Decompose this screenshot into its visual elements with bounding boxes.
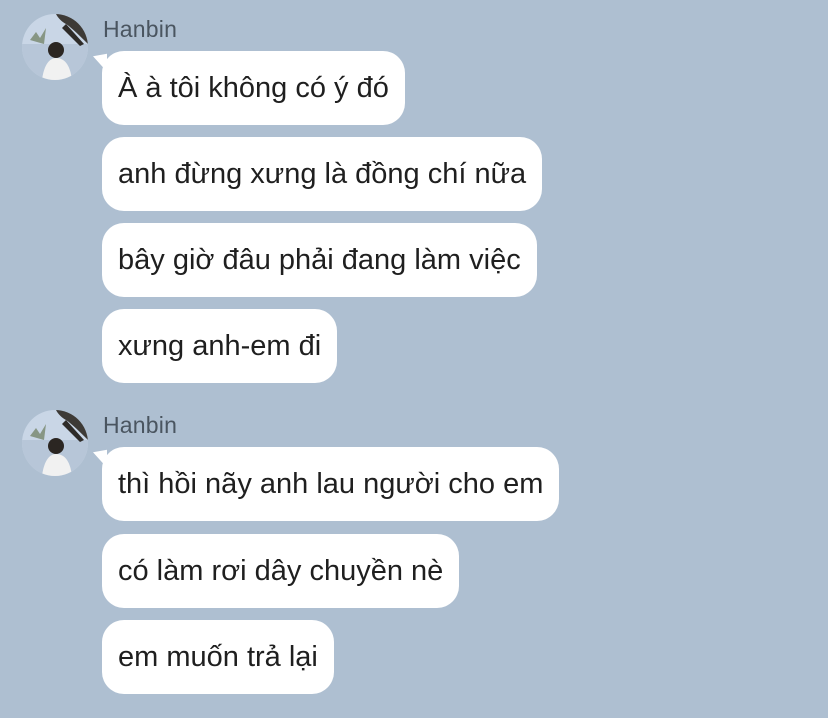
message-bubble[interactable]: em muốn trả lại [102, 620, 334, 694]
chat-thread: Hanbin À à tôi không có ý đó anh đừng xư… [0, 0, 828, 718]
sender-name: Hanbin [103, 16, 178, 42]
avatar[interactable] [22, 14, 88, 80]
avatar[interactable] [22, 410, 88, 476]
message-bubble[interactable]: xưng anh-em đi [102, 309, 338, 383]
message-bubble[interactable]: thì hồi nãy anh lau người cho em [102, 447, 560, 521]
message-bubble[interactable]: À à tôi không có ý đó [102, 51, 405, 125]
profile-photo-icon [22, 14, 88, 80]
message-bubble[interactable]: anh đừng xưng là đồng chí nữa [102, 137, 543, 211]
message-bubble[interactable]: bây giờ đâu phải đang làm việc [102, 223, 537, 297]
profile-photo-icon [22, 410, 88, 476]
sender-name: Hanbin [103, 412, 178, 438]
message-bubble[interactable]: có làm rơi dây chuyền nè [102, 534, 460, 608]
